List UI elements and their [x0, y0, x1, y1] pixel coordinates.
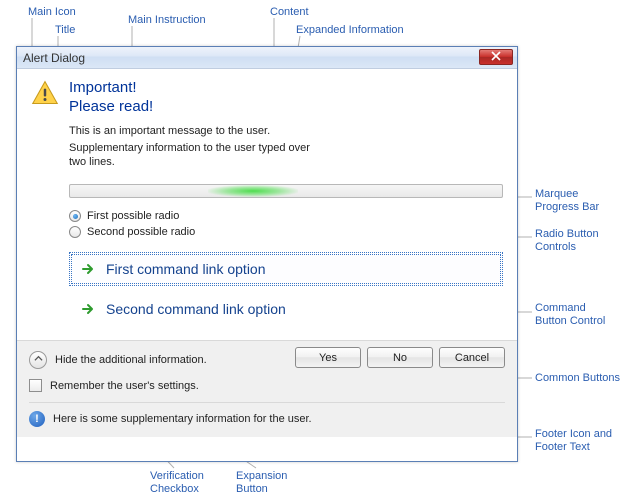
main-instruction-line1: Important! — [69, 79, 503, 98]
callout-title: Title — [55, 24, 75, 37]
cancel-button[interactable]: Cancel — [439, 347, 505, 368]
arrow-right-icon — [80, 301, 96, 317]
expansion-label: Hide the additional information. — [55, 354, 207, 366]
callout-radio-controls: Radio Button Controls — [535, 228, 599, 254]
expansion-button[interactable] — [29, 351, 47, 369]
callout-expansion-button: Expansion Button — [236, 470, 287, 496]
verification-label: Remember the user's settings. — [50, 380, 199, 392]
radio-option-2[interactable]: Second possible radio — [69, 224, 503, 240]
close-icon — [491, 50, 501, 64]
radio-icon — [69, 226, 81, 238]
callout-verification-checkbox: Verification Checkbox — [150, 470, 204, 496]
command-link-1[interactable]: First command link option — [69, 252, 503, 286]
chevron-up-icon — [34, 354, 43, 366]
window-title: Alert Dialog — [23, 51, 85, 65]
no-button[interactable]: No — [367, 347, 433, 368]
radio-icon — [69, 210, 81, 222]
radio-label: First possible radio — [87, 210, 179, 222]
yes-button[interactable]: Yes — [295, 347, 361, 368]
alert-dialog: Alert Dialog Important! Please read! — [16, 46, 518, 462]
command-link-label: Second command link option — [106, 301, 286, 317]
progress-bar — [69, 184, 503, 198]
radio-group: First possible radio Second possible rad… — [69, 208, 503, 240]
arrow-right-icon — [80, 261, 96, 277]
callout-main-instruction: Main Instruction — [128, 14, 206, 27]
callout-expanded-info: Expanded Information — [296, 24, 404, 37]
main-instruction: Important! Please read! — [69, 79, 503, 117]
progress-marquee — [208, 185, 298, 197]
radio-option-1[interactable]: First possible radio — [69, 208, 503, 224]
info-icon: ! — [29, 411, 45, 427]
supplementary-text: Supplementary information to the user ty… — [69, 141, 329, 171]
footer-info-text: Here is some supplementary information f… — [53, 413, 312, 425]
content-text: This is an important message to the user… — [69, 125, 503, 137]
command-link-label: First command link option — [106, 261, 266, 277]
close-button[interactable] — [479, 49, 513, 65]
warning-icon — [31, 79, 59, 107]
command-link-list: First command link option Second command… — [69, 252, 503, 326]
callout-marquee: Marquee Progress Bar — [535, 188, 599, 214]
callout-main-icon: Main Icon — [28, 6, 76, 19]
callout-content: Content — [270, 6, 309, 19]
footer-panel: Hide the additional information. Yes No … — [17, 340, 517, 437]
callout-common-buttons: Common Buttons — [535, 372, 620, 385]
main-instruction-line2: Please read! — [69, 98, 503, 117]
callout-command-button: Command Button Control — [535, 302, 605, 328]
callout-footer-icon-text: Footer Icon and Footer Text — [535, 428, 612, 454]
titlebar[interactable]: Alert Dialog — [17, 47, 517, 69]
footer-info: ! Here is some supplementary information… — [29, 402, 505, 427]
content-area: Important! Please read! This is an impor… — [17, 69, 517, 340]
command-link-2[interactable]: Second command link option — [69, 292, 503, 326]
radio-label: Second possible radio — [87, 226, 195, 238]
verification-checkbox[interactable] — [29, 379, 42, 392]
button-row: Yes No Cancel — [295, 347, 505, 368]
